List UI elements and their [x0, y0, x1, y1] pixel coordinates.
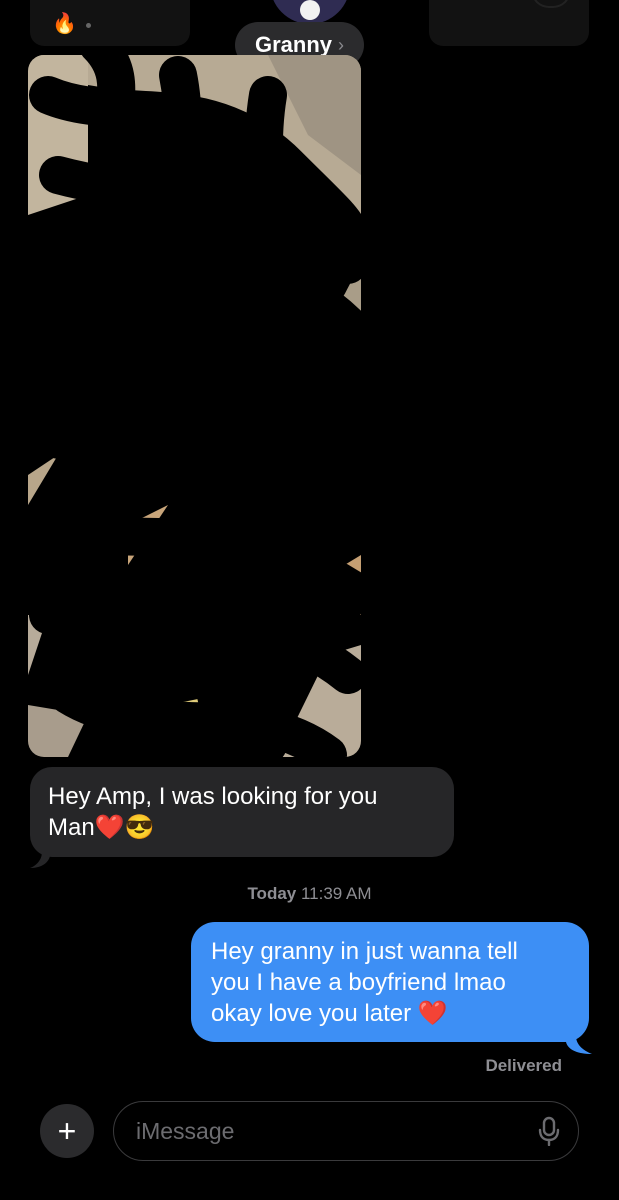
add-attachment-button[interactable]: + [40, 1104, 94, 1158]
timestamp-time: 11:39 AM [300, 884, 372, 903]
header-right-card [429, 0, 589, 46]
delivery-status: Delivered [485, 1056, 562, 1075]
status-dot [86, 23, 91, 28]
chevron-right-icon: › [338, 34, 345, 55]
timestamp-day: Today [247, 884, 297, 903]
outgoing-bubble-tail [566, 1022, 592, 1054]
outgoing-message-line: you I have a boyfriend lmao [211, 969, 506, 996]
outgoing-message-line: Hey granny in just wanna tell [211, 938, 518, 965]
message-input-container[interactable] [113, 1101, 579, 1161]
incoming-message-bubble[interactable]: Hey Amp, I was looking for you Man❤️😎 [30, 767, 454, 857]
message-timestamp: Today 11:39 AM [0, 884, 619, 904]
previous-header-card: 🔥 [30, 0, 190, 46]
incoming-message-line: Hey Amp, I was looking for you [48, 783, 378, 810]
outgoing-message-bubble[interactable]: Hey granny in just wanna tell you I have… [191, 922, 589, 1042]
outgoing-message-line: okay love you later ❤️ [211, 1000, 448, 1027]
plus-icon: + [57, 1113, 77, 1149]
incoming-message-line: Man❤️😎 [48, 814, 155, 841]
photo-attachment[interactable] [28, 55, 361, 757]
message-input[interactable] [134, 1102, 518, 1161]
contact-avatar[interactable] [270, 0, 350, 24]
incoming-bubble-tail [30, 838, 50, 868]
microphone-icon[interactable] [538, 1116, 560, 1146]
avatar-silhouette-icon [300, 0, 320, 20]
fire-emoji-icon: 🔥 [52, 13, 77, 35]
